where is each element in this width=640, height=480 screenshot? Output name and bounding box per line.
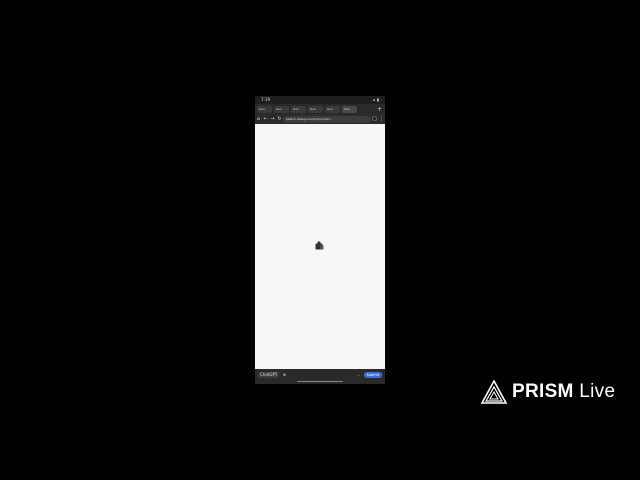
browser-tab-active[interactable]: Goo	[342, 105, 357, 113]
address-bar[interactable]: sketch-data.js-mcp/?prompt=...	[283, 115, 371, 123]
bottom-bar-left: ChatGPT ⊕	[258, 372, 286, 378]
attach-icon[interactable]: ⊕	[283, 372, 286, 377]
brand-light: Live	[579, 381, 616, 402]
browser-tab[interactable]: Goo	[325, 105, 340, 113]
prism-live-watermark: PRISM Live	[481, 380, 615, 404]
tab-strip: Goo Goo Goo Goo Goo Goo +	[255, 104, 385, 114]
status-time: 7:19	[261, 97, 270, 102]
model-chip[interactable]: ChatGPT	[258, 372, 280, 378]
brand-strong: PRISM	[512, 381, 574, 402]
bottom-bar-right: ··· Submit	[357, 372, 382, 378]
back-icon[interactable]: ←	[262, 114, 269, 124]
brand-text: PRISM Live	[512, 381, 615, 403]
page-content	[255, 124, 385, 369]
loading-icon	[315, 241, 324, 250]
status-bar: 7:19 ⊿ ▮	[255, 96, 385, 104]
browser-tab[interactable]: Goo	[291, 105, 306, 113]
home-icon[interactable]: ⌂	[255, 114, 262, 124]
browser-tab[interactable]: Goo	[308, 105, 323, 113]
tabs-icon[interactable]: ▢	[371, 114, 378, 124]
forward-icon[interactable]: →	[269, 114, 276, 124]
submit-button[interactable]: Submit	[363, 372, 382, 378]
browser-tab[interactable]: Goo	[274, 105, 289, 113]
menu-icon[interactable]: ⋮	[378, 114, 385, 124]
browser-tab[interactable]: Goo	[257, 105, 272, 113]
reload-icon[interactable]: ↻	[276, 114, 283, 124]
status-icons: ⊿ ▮	[372, 97, 379, 102]
browser-toolbar: ⌂ ← → ↻ sketch-data.js-mcp/?prompt=... ▢…	[255, 114, 385, 124]
prism-logo-icon	[481, 380, 507, 404]
home-indicator	[297, 381, 343, 382]
phone-screen: 7:19 ⊿ ▮ Goo Goo Goo Goo Goo Goo + ⌂ ← →…	[255, 96, 385, 384]
more-icon[interactable]: ···	[357, 373, 361, 378]
new-tab-icon[interactable]: +	[377, 106, 382, 113]
